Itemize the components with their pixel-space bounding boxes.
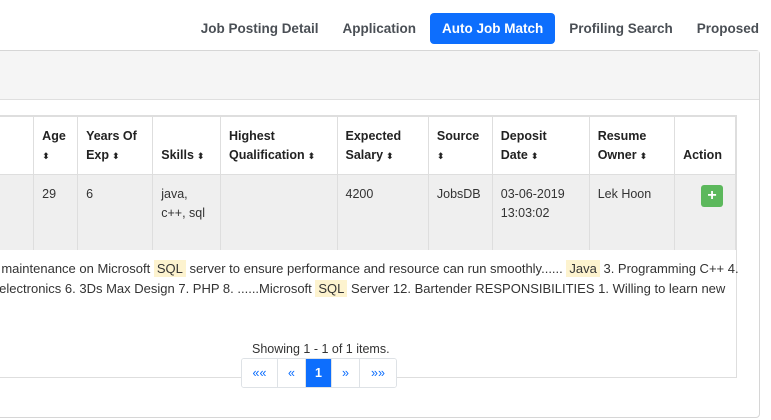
card-header: n (0, 51, 759, 100)
sort-icon[interactable]: ⬍ (308, 151, 316, 161)
column-header-resume-owner[interactable]: Resume Owner ⬍ (588, 116, 676, 175)
results-table-container[interactable]: ⬍ Age ⬍ Years Of Exp⬍ Skills⬍ (0, 115, 739, 378)
sort-icon[interactable]: ⬍ (640, 151, 648, 161)
table-row[interactable]: n 29 6 java, c++, sql 4200 JobsDB 03-06-… (0, 174, 736, 251)
sort-icon[interactable]: ⬍ (437, 151, 445, 161)
keyword-highlight: Java (566, 260, 600, 277)
cell-age: 29 (33, 174, 79, 251)
snippet-line-2: re electronics 6. 3Ds Max Design 7. PHP … (0, 280, 726, 297)
column-header-highest-qualification[interactable]: Highest Qualification ⬍ (219, 116, 338, 175)
column-header-skills[interactable]: Skills ⬍ (152, 116, 221, 175)
tab-auto-job-match[interactable]: Auto Job Match (429, 13, 556, 44)
plus-icon[interactable]: + (701, 185, 724, 207)
sort-icon[interactable]: ⬍ (0, 151, 1, 161)
pagination: «« « 1 » »» (241, 358, 397, 388)
sort-icon[interactable]: ⬍ (42, 151, 50, 161)
cell-resume-owner: Lek Hoon (588, 174, 676, 251)
first-page-button[interactable]: «« (242, 359, 278, 387)
last-page-button[interactable]: »» (360, 359, 396, 387)
cell-source: JobsDB (427, 174, 493, 251)
column-header-years-of-exp[interactable]: Years Of Exp ⬍ (77, 116, 154, 175)
sort-icon[interactable]: ⬍ (386, 151, 394, 161)
next-page-button[interactable]: » (332, 359, 360, 387)
results-table: ⬍ Age ⬍ Years Of Exp⬍ Skills⬍ (0, 116, 736, 251)
cell-years-exp: 6 (77, 174, 154, 251)
tab-proposed[interactable]: Proposed (685, 13, 771, 44)
pagination-summary: Showing 1 - 1 of 1 items. (252, 342, 390, 356)
keyword-highlight: SQL (315, 280, 348, 297)
column-header-deposit-date[interactable]: Deposit Date ⬍ (491, 116, 590, 175)
keyword-highlight: SQL (153, 260, 186, 277)
column-header-action: Action (674, 116, 736, 175)
cell-deposit-date: 03-06-2019 13:03:02 (491, 174, 590, 251)
table-header-row: ⬍ Age ⬍ Years Of Exp⬍ Skills⬍ (0, 116, 736, 175)
column-header-name[interactable]: ⬍ (0, 116, 35, 175)
sort-icon[interactable]: ⬍ (112, 151, 120, 161)
cell-qualification (219, 174, 338, 251)
tab-bar: Job Posting Detail Application Auto Job … (189, 13, 771, 44)
column-header-source[interactable]: Source ⬍ (427, 116, 493, 175)
snippet-line-1: se maintenance on Microsoft SQL server t… (0, 260, 739, 277)
sort-icon[interactable]: ⬍ (531, 151, 539, 161)
prev-page-button[interactable]: « (278, 359, 306, 387)
page-1-button[interactable]: 1 (306, 359, 332, 387)
cell-action: + (674, 174, 736, 251)
column-header-expected-salary[interactable]: Expected Salary ⬍ (336, 116, 429, 175)
cell-expected-salary: 4200 (336, 174, 429, 251)
column-header-age[interactable]: Age ⬍ (33, 116, 79, 175)
cell-skills: java, c++, sql (152, 174, 221, 251)
tab-application[interactable]: Application (330, 13, 428, 44)
cell-name: n (0, 174, 35, 251)
tab-job-posting-detail[interactable]: Job Posting Detail (189, 13, 331, 44)
tab-profiling-search[interactable]: Profiling Search (557, 13, 685, 44)
sort-icon[interactable]: ⬍ (197, 151, 205, 161)
